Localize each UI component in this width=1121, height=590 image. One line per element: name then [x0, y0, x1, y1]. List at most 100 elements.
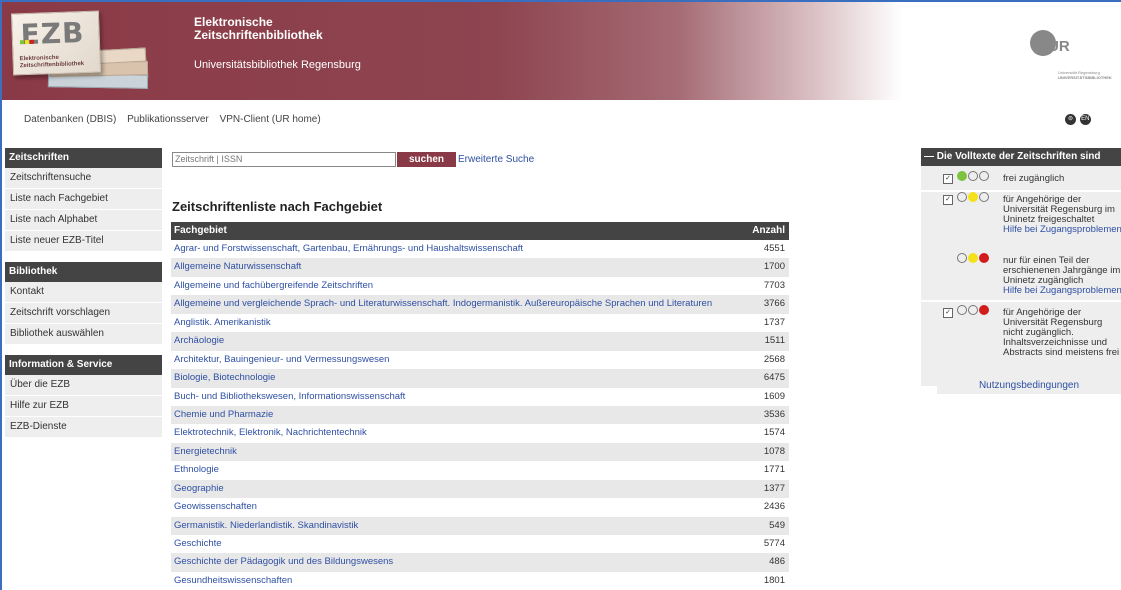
site-title-line2: Zeitschriftenbibliothek — [194, 28, 323, 42]
subject-link[interactable]: Agrar- und Forstwissenschaft, Gartenbau,… — [174, 240, 523, 258]
subject-link[interactable]: Geschichte der Pädagogik und des Bildung… — [174, 553, 393, 571]
subject-link[interactable]: Geschichte — [174, 535, 222, 553]
help-access-link[interactable]: Hilfe bei Zugangsproblemen — [1003, 225, 1121, 235]
legend-separator — [921, 300, 1121, 302]
sidebar-item-liste-neuer-titel[interactable]: Liste neuer EZB-Titel — [5, 231, 162, 252]
ezb-logo[interactable]: EZB Elektronische Zeitschriftenbibliothe… — [10, 10, 149, 92]
table-row: Chemie und Pharmazie 3536 — [171, 405, 789, 425]
subject-link[interactable]: Ethnologie — [174, 461, 219, 479]
sidebar: Zeitschriften Zeitschriftensuche Liste n… — [5, 148, 162, 438]
logo-card: EZB Elektronische Zeitschriftenbibliothe… — [10, 10, 102, 76]
subject-link[interactable]: Anglistik. Amerikanistik — [174, 314, 271, 332]
site-header: EZB Elektronische Zeitschriftenbibliothe… — [2, 2, 1121, 100]
subject-count: 1801 — [763, 574, 785, 586]
sidebar-item-ezb-dienste[interactable]: EZB-Dienste — [5, 417, 162, 438]
table-row: Ethnologie 1771 — [171, 461, 789, 480]
table-row: Germanistik. Niederlandistik. Skandinavi… — [171, 516, 789, 535]
green-traffic-light-icon — [957, 171, 990, 182]
subject-count: 1574 — [763, 427, 785, 439]
legend-red-text: für Angehörige der Universität Regensbur… — [1003, 308, 1119, 358]
sidebar-heading-bibliothek: Bibliothek — [5, 262, 162, 282]
table-row: Archäologie 1511 — [171, 332, 789, 351]
subject-link[interactable]: Biologie, Biotechnologie — [174, 369, 275, 387]
page-title: Zeitschriftenliste nach Fachgebiet — [172, 199, 383, 214]
table-row: Geowissenschaften 2436 — [171, 498, 789, 517]
yellow-red-traffic-light-icon — [957, 253, 990, 264]
search-button[interactable]: suchen — [397, 152, 456, 167]
subject-count: 1737 — [763, 316, 785, 328]
subject-count: 4551 — [763, 243, 785, 254]
legend-title: Die Volltexte der Zeitschriften sind — [936, 151, 1101, 162]
subject-link[interactable]: Gesundheitswissenschaften — [174, 572, 292, 590]
subject-count: 1078 — [763, 445, 785, 457]
logo-subtext: Elektronische Zeitschriftenbibliothek — [19, 54, 85, 70]
table-row: Allgemeine und fachübergreifende Zeitsch… — [171, 276, 789, 296]
subject-count: 1700 — [763, 261, 785, 273]
sidebar-item-liste-fachgebiet[interactable]: Liste nach Fachgebiet — [5, 189, 162, 210]
legend-heading[interactable]: — Die Volltexte der Zeitschriften sind — [921, 148, 1121, 166]
sidebar-item-liste-alphabet[interactable]: Liste nach Alphabet — [5, 210, 162, 231]
subject-link[interactable]: Geowissenschaften — [174, 498, 257, 516]
column-header-fachgebiet[interactable]: Fachgebiet — [174, 222, 227, 240]
subject-count: 2568 — [763, 353, 785, 365]
green-checkbox[interactable]: ✓ — [943, 174, 953, 184]
nav-publikationsserver-link[interactable]: Publikationsserver — [127, 114, 209, 125]
subject-link[interactable]: Buch- und Bibliothekswesen, Informations… — [174, 388, 405, 406]
language-switch: ⊜ EN — [1064, 112, 1091, 125]
help-access-link[interactable]: Hilfe bei Zugangsproblemen — [1003, 286, 1121, 296]
subject-link[interactable]: Geographie — [174, 480, 224, 498]
access-legend-panel: — Die Volltexte der Zeitschriften sind ✓… — [921, 148, 1121, 386]
ur-logo-text: UR — [1048, 38, 1070, 55]
subject-count: 2436 — [763, 501, 785, 513]
red-checkbox[interactable]: ✓ — [943, 308, 953, 318]
subject-count: 3536 — [763, 408, 785, 420]
ur-caption-line2: UNIVERSITÄTSBIBLIOTHEK — [1058, 75, 1112, 80]
sidebar-item-zeitschrift-vorschlagen[interactable]: Zeitschrift vorschlagen — [5, 303, 162, 324]
legend-separator — [921, 190, 1121, 192]
sidebar-item-hilfe-ezb[interactable]: Hilfe zur EZB — [5, 396, 162, 417]
subject-count: 1377 — [763, 482, 785, 494]
subject-count: 549 — [769, 519, 785, 531]
subject-link[interactable]: Energietechnik — [174, 443, 237, 461]
search-input[interactable]: Zeitschrift | ISSN — [172, 152, 396, 167]
top-nav: Datenbanken (DBIS) Publikationsserver VP… — [24, 114, 329, 125]
subject-link[interactable]: Elektrotechnik, Elektronik, Nachrichtent… — [174, 424, 367, 442]
site-title: Elektronische Zeitschriftenbibliothek — [194, 16, 323, 42]
language-de-icon[interactable]: ⊜ — [1065, 114, 1076, 125]
table-row: Energietechnik 1078 — [171, 442, 789, 462]
ur-logo-caption: Universität Regensburg UNIVERSITÄTSBIBLI… — [1058, 70, 1112, 80]
subject-link[interactable]: Architektur, Bauingenieur- und Vermessun… — [174, 351, 389, 369]
ur-logo[interactable]: UR Universität Regensburg UNIVERSITÄTSBI… — [1022, 30, 1121, 92]
column-header-anzahl[interactable]: Anzahl — [752, 222, 785, 240]
table-row: Anglistik. Amerikanistik 1737 — [171, 313, 789, 333]
yellow-checkbox[interactable]: ✓ — [943, 195, 953, 205]
subject-link[interactable]: Allgemeine und vergleichende Sprach- und… — [174, 295, 712, 313]
red-traffic-light-icon — [957, 305, 990, 316]
legend-red-line: Abstracts sind meistens frei — [1003, 347, 1120, 358]
sidebar-item-bibliothek-auswaehlen[interactable]: Bibliothek auswählen — [5, 324, 162, 345]
nav-vpn-link[interactable]: VPN-Client (UR home) — [220, 114, 321, 125]
table-row: Biologie, Biotechnologie 6475 — [171, 369, 789, 388]
advanced-search-link[interactable]: Erweiterte Suche — [458, 154, 534, 165]
sidebar-heading-zeitschriften: Zeitschriften — [5, 148, 162, 168]
subject-link[interactable]: Chemie und Pharmazie — [174, 406, 273, 424]
sidebar-heading-information: Information & Service — [5, 355, 162, 375]
sidebar-item-zeitschriftensuche[interactable]: Zeitschriftensuche — [5, 168, 162, 189]
yellow-traffic-light-icon — [957, 192, 990, 203]
subject-link[interactable]: Archäologie — [174, 332, 224, 350]
collapse-icon[interactable]: — — [924, 151, 934, 162]
language-en-icon[interactable]: EN — [1079, 114, 1091, 125]
subject-link[interactable]: Allgemeine Naturwissenschaft — [174, 258, 301, 276]
subject-count: 1609 — [763, 390, 785, 402]
sidebar-item-ueber-ezb[interactable]: Über die EZB — [5, 375, 162, 396]
legend-green-text: frei zugänglich — [1003, 173, 1065, 184]
table-row: Gesundheitswissenschaften 1801 — [171, 571, 789, 590]
table-header: Fachgebiet Anzahl — [171, 222, 789, 240]
nav-dbis-link[interactable]: Datenbanken (DBIS) — [24, 114, 116, 125]
terms-of-use-link[interactable]: Nutzungsbedingungen — [937, 377, 1121, 394]
subject-link[interactable]: Germanistik. Niederlandistik. Skandinavi… — [174, 517, 358, 535]
sidebar-item-kontakt[interactable]: Kontakt — [5, 282, 162, 303]
subject-link[interactable]: Allgemeine und fachübergreifende Zeitsch… — [174, 277, 373, 295]
table-row: Allgemeine und vergleichende Sprach- und… — [171, 295, 789, 314]
